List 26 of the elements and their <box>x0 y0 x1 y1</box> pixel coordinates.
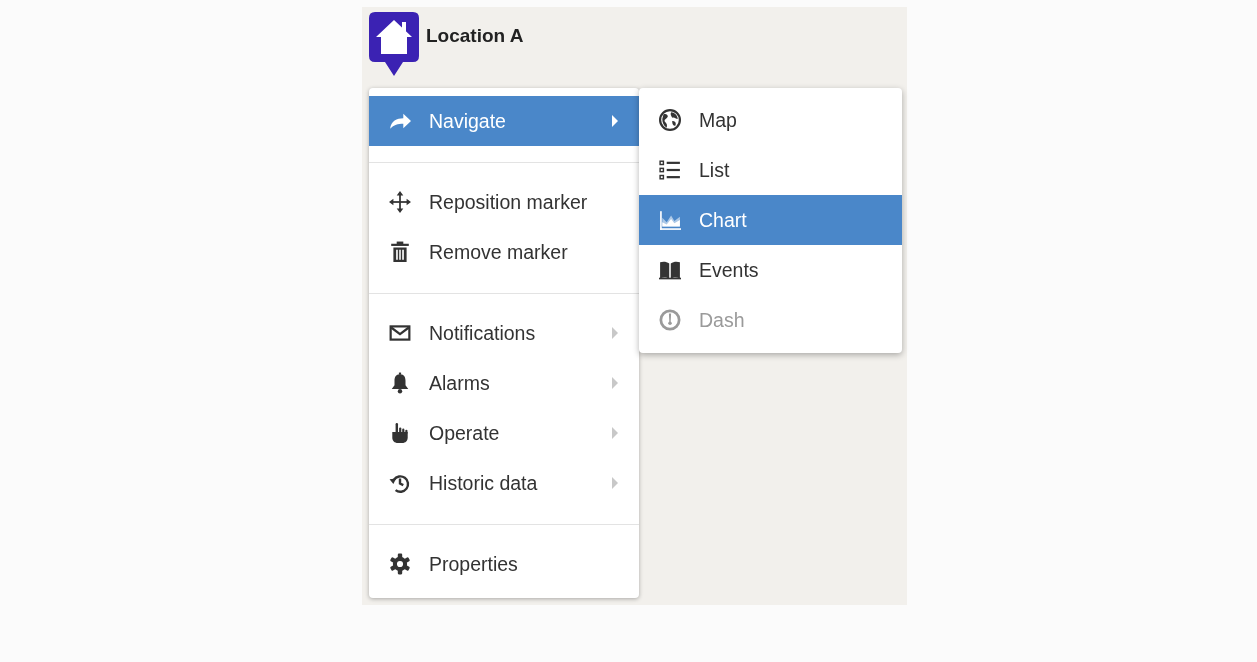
hand-icon <box>389 422 411 444</box>
menu-item[interactable]: Properties <box>369 539 639 589</box>
menu-item[interactable]: Map <box>639 95 902 145</box>
bell-icon <box>389 372 411 394</box>
globe-icon <box>659 109 681 131</box>
menu-item[interactable]: List <box>639 145 902 195</box>
history-icon <box>389 472 411 494</box>
menu-item[interactable]: Operate <box>369 408 639 458</box>
menu-item[interactable]: Events <box>639 245 902 295</box>
gear-icon <box>389 553 411 575</box>
menu-item[interactable]: Chart <box>639 195 902 245</box>
menu-item[interactable]: Historic data <box>369 458 639 508</box>
gauge-icon <box>659 309 681 331</box>
location-title: Location A <box>426 25 524 47</box>
menu-item[interactable]: Remove marker <box>369 227 639 277</box>
menu-item[interactable]: Reposition marker <box>369 177 639 227</box>
move-arrows-icon <box>389 191 411 213</box>
book-icon <box>659 259 681 281</box>
area-chart-icon <box>659 209 681 231</box>
location-marker-icon[interactable] <box>369 12 419 78</box>
menu-item[interactable]: Navigate <box>369 96 639 146</box>
menu-item[interactable]: Notifications <box>369 308 639 358</box>
menu-item[interactable]: Alarms <box>369 358 639 408</box>
envelope-icon <box>389 322 411 344</box>
trash-icon <box>389 241 411 263</box>
list-icon <box>659 159 681 181</box>
